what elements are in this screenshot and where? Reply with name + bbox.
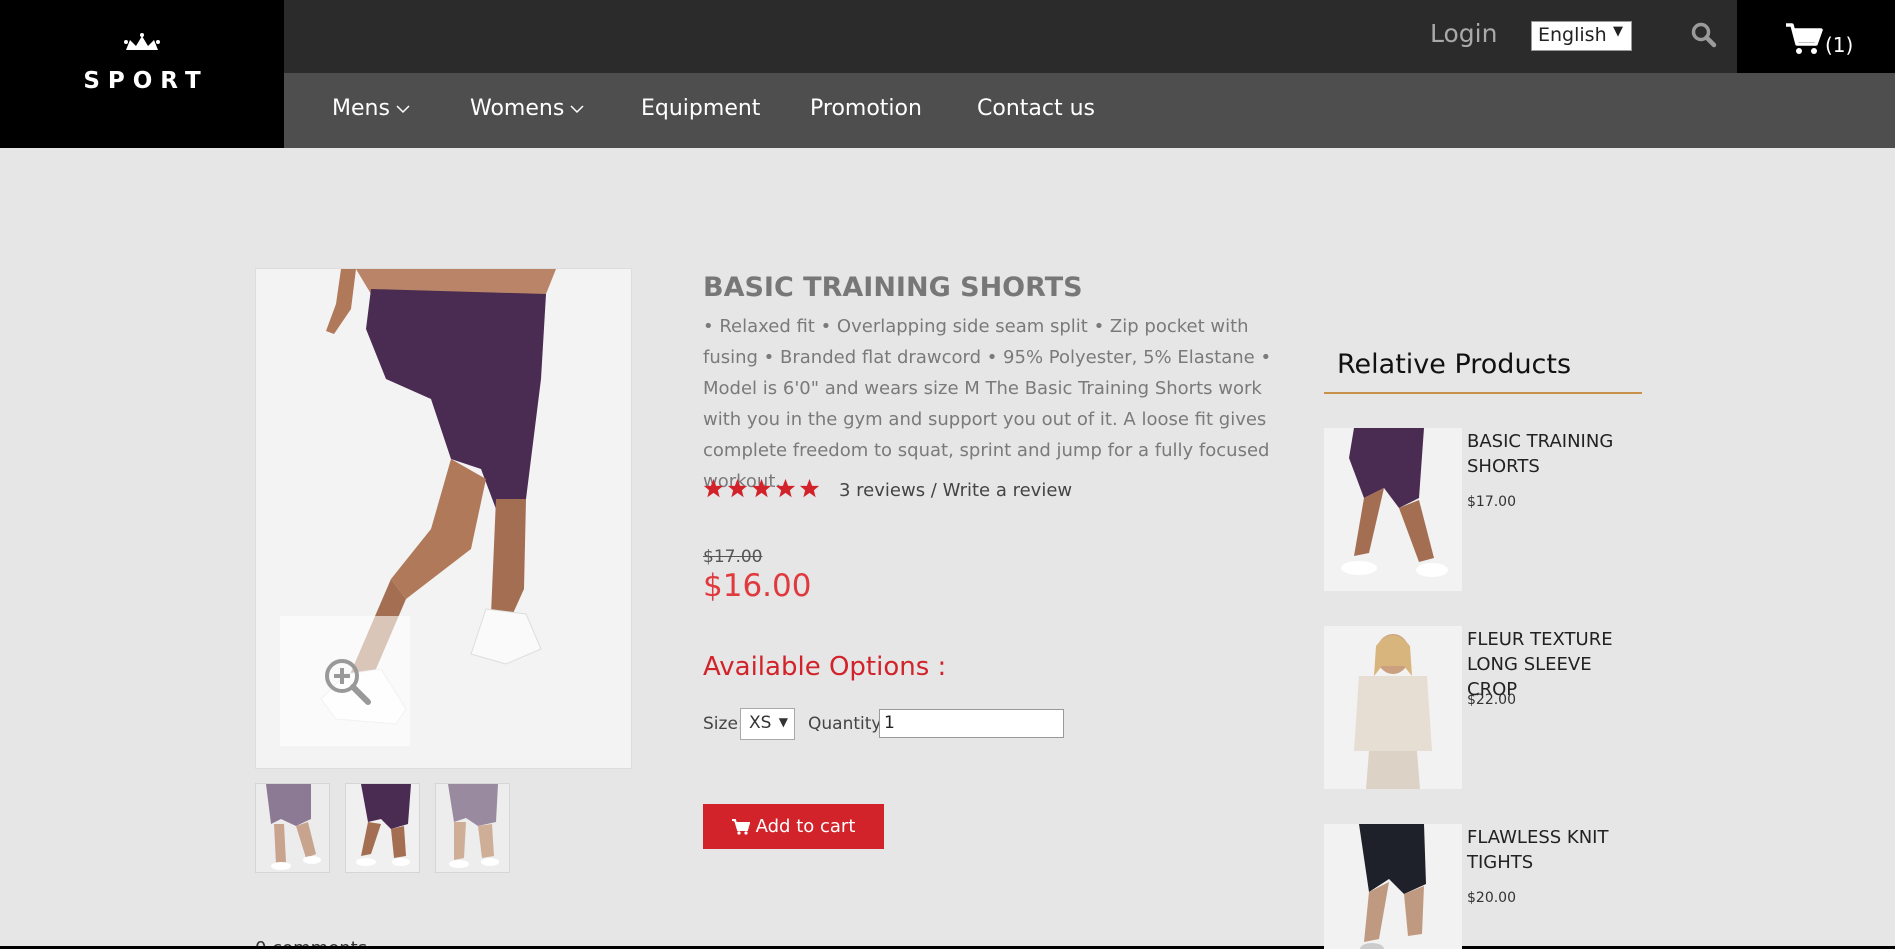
divider	[1324, 392, 1642, 394]
quantity-input[interactable]: 1	[879, 709, 1064, 738]
cart-count[interactable]: (1)	[1825, 33, 1853, 57]
nav-equipment[interactable]: Equipment	[641, 96, 760, 121]
add-to-cart-label: Add to cart	[755, 816, 856, 837]
quantity-label: Quantity:	[808, 714, 886, 734]
product-thumbnail-3[interactable]	[435, 783, 510, 873]
product-description: • Relaxed fit • Overlapping side seam sp…	[703, 316, 1272, 492]
product-photo	[1324, 824, 1462, 949]
product-thumbnail-2[interactable]	[345, 783, 420, 873]
nav-label: Womens	[470, 96, 565, 121]
product-photo	[1324, 428, 1462, 591]
rating-stars	[703, 478, 820, 499]
related-product-name[interactable]: FLAWLESS KNIT TIGHTS	[1467, 825, 1637, 875]
options-heading: Available Options :	[703, 652, 947, 682]
cart-icon	[731, 818, 750, 835]
nav-womens[interactable]: Womens	[470, 96, 584, 121]
login-link[interactable]: Login	[1430, 19, 1497, 48]
nav-promotion[interactable]: Promotion	[810, 96, 922, 121]
language-select[interactable]: English ▼	[1531, 21, 1632, 51]
related-product-price: $22.00	[1467, 692, 1516, 708]
top-bar	[284, 0, 1737, 73]
dropdown-arrow-icon: ▼	[1613, 24, 1623, 39]
related-product-image-3[interactable]	[1324, 824, 1462, 949]
dropdown-arrow-icon: ▼	[778, 715, 788, 729]
reviews-link[interactable]: 3 reviews / Write a review	[839, 480, 1072, 501]
cart-icon[interactable]	[1785, 22, 1823, 56]
related-product-image-1[interactable]	[1324, 428, 1462, 591]
thumbnail-photo	[436, 784, 509, 872]
size-label: Size:	[703, 714, 744, 734]
related-product-name[interactable]: BASIC TRAINING SHORTS	[1467, 429, 1637, 479]
product-main-image[interactable]	[255, 268, 632, 769]
brand-name: SPORT	[83, 68, 209, 94]
star-icon	[727, 478, 748, 498]
star-icon	[775, 478, 796, 498]
size-select[interactable]: XS ▼	[740, 708, 795, 740]
nav-label: Equipment	[641, 96, 761, 121]
zoom-in-icon	[325, 659, 371, 705]
nav-label: Mens	[332, 96, 390, 121]
logo[interactable]: SPORT	[0, 0, 284, 148]
star-icon	[799, 478, 820, 498]
crown-icon	[124, 33, 160, 50]
related-product-name[interactable]: FLEUR TEXTURE LONG SLEEVE CROP	[1467, 627, 1637, 702]
product-thumbnail-1[interactable]	[255, 783, 330, 873]
nav-mens[interactable]: Mens	[332, 96, 410, 121]
zoom-lens[interactable]	[280, 616, 410, 746]
size-selected: XS	[749, 713, 772, 733]
nav-label: Contact us	[977, 96, 1095, 121]
related-product-price: $17.00	[1467, 494, 1516, 510]
old-price: $17.00	[703, 547, 763, 567]
nav-label: Promotion	[810, 96, 922, 121]
star-icon	[703, 478, 724, 498]
search-icon[interactable]	[1691, 22, 1717, 48]
thumbnail-photo	[346, 784, 419, 872]
product-title: BASIC TRAINING SHORTS	[703, 272, 1083, 303]
related-product-image-2[interactable]	[1324, 626, 1462, 789]
nav-contact[interactable]: Contact us	[977, 96, 1095, 121]
language-selected: English	[1538, 24, 1607, 46]
add-to-cart-button[interactable]: Add to cart	[703, 804, 884, 849]
thumbnail-photo	[256, 784, 329, 872]
star-icon	[751, 478, 772, 498]
current-price: $16.00	[703, 568, 812, 604]
product-photo	[1324, 626, 1462, 789]
chevron-down-icon	[396, 104, 410, 113]
related-products-title: Relative Products	[1337, 349, 1572, 380]
related-product-price: $20.00	[1467, 890, 1516, 906]
chevron-down-icon	[570, 104, 584, 113]
